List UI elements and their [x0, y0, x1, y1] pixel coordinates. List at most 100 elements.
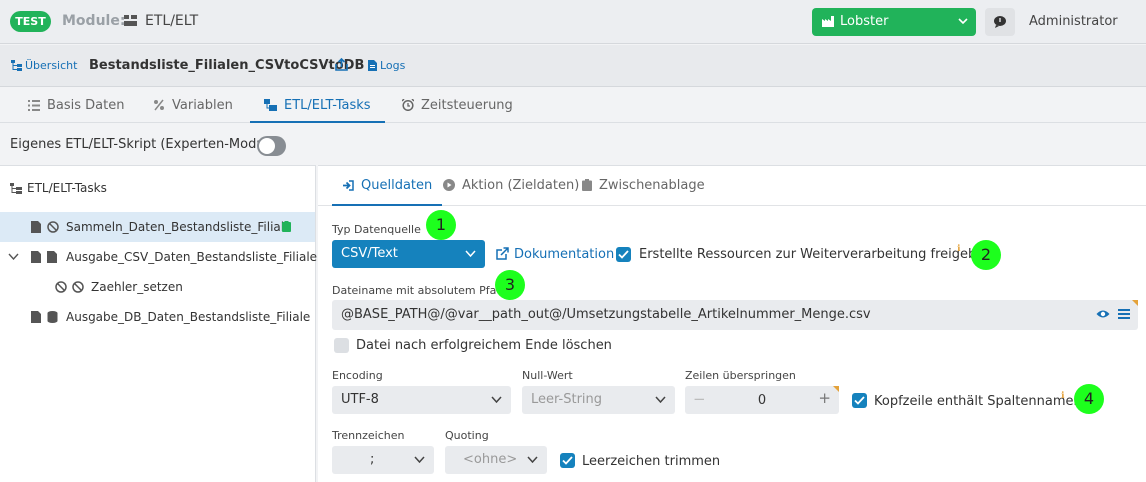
tree-item[interactable]: Sammeln_Daten_Bestandsliste_Filiale	[0, 212, 315, 242]
info-icon[interactable]: ℹ	[957, 244, 960, 254]
documentation-link[interactable]: Dokumentation	[496, 247, 614, 262]
eye-icon[interactable]	[1096, 309, 1110, 319]
expert-mode-toggle[interactable]	[257, 136, 286, 156]
filename-value: @BASE_PATH@/@var__path_out@/Umsetzungsta…	[341, 307, 871, 322]
breadcrumb: Übersicht Bestandsliste_Filialen_CSVtoCS…	[0, 45, 1146, 87]
tab-zeitsteuerung[interactable]: Zeitsteuerung	[401, 88, 513, 123]
quoting-select[interactable]: <ohne>	[445, 446, 547, 474]
disabled-icon	[55, 281, 67, 293]
skip-rows-stepper[interactable]: − 0 +	[685, 386, 839, 414]
sub-tabs: Quelldaten Aktion (Zieldaten) Zwischenab…	[318, 166, 1146, 206]
encoding-label: Encoding	[332, 369, 383, 382]
toggle-knob	[259, 138, 275, 154]
source-type-label: Typ Datenquelle	[332, 223, 421, 236]
info-icon[interactable]: ℹ	[1061, 391, 1064, 401]
quoting-label: Quoting	[445, 429, 489, 442]
clipboard-icon	[582, 179, 592, 191]
documentation-link-label: Dokumentation	[514, 247, 615, 262]
source-type-select[interactable]: CSV/Text	[332, 240, 485, 268]
tab-label: Aktion (Zieldaten)	[462, 178, 580, 193]
separator-label: Trennzeichen	[332, 429, 405, 442]
tree-item[interactable]: Zaehler_setzen	[0, 272, 315, 302]
trim-label: Leerzeichen trimmen	[582, 454, 721, 469]
menu-icon[interactable]	[1118, 309, 1130, 319]
chevron-down-icon	[527, 456, 538, 463]
tree-item[interactable]: Ausgabe_DB_Daten_Bestandsliste_Filiale	[0, 302, 315, 332]
export-icon[interactable]	[334, 57, 349, 72]
separator-select[interactable]: ;	[332, 446, 434, 474]
encoding-value: UTF-8	[341, 392, 379, 407]
chevron-down-icon	[465, 250, 476, 257]
tab-label: ETL/ELT-Tasks	[284, 98, 371, 113]
main-tabs: Basis Daten Variablen ETL/ELT-Tasks Zeit…	[0, 88, 1146, 123]
required-corner-mark	[833, 386, 839, 392]
tree-header: ETL/ELT-Tasks	[10, 181, 107, 195]
trim-checkbox[interactable]	[560, 453, 575, 468]
tab-label: Variablen	[172, 98, 233, 113]
filename-input[interactable]: @BASE_PATH@/@var__path_out@/Umsetzungsta…	[332, 300, 1138, 330]
chevron-down-icon	[655, 396, 666, 403]
checkmark-icon	[854, 396, 865, 405]
alarm-clock-icon	[401, 98, 415, 112]
null-value-select[interactable]: Leer-String	[522, 386, 675, 414]
callout-3: 3	[495, 270, 525, 300]
overview-link-label: Übersicht	[25, 59, 78, 72]
chat-icon	[994, 16, 1006, 28]
overview-link[interactable]: Übersicht	[11, 59, 77, 72]
module-icon	[124, 15, 137, 26]
share-resources-label: Erstellte Ressourcen zur Weiterverarbeit…	[639, 247, 993, 262]
tab-basis-daten[interactable]: Basis Daten	[28, 88, 125, 123]
task-tree: ETL/ELT-Tasks Sammeln_Daten_Bestandslist…	[0, 165, 318, 482]
tasks-icon	[264, 99, 277, 111]
tab-label: Zwischenablage	[599, 178, 705, 193]
callout-4: 4	[1074, 384, 1104, 414]
logs-link[interactable]: Logs	[368, 59, 405, 72]
share-resources-checkbox[interactable]	[616, 247, 631, 262]
encoding-select[interactable]: UTF-8	[332, 386, 511, 414]
top-bar: TEST Module: ETL/ELT Lobster Administrat…	[0, 0, 1146, 44]
play-circle-icon	[443, 179, 455, 191]
separator-value: ;	[370, 452, 375, 467]
sign-in-icon	[343, 180, 354, 191]
required-corner-mark	[1132, 300, 1138, 306]
chevron-down-icon	[491, 396, 502, 403]
sitemap-icon	[10, 183, 22, 194]
header-row-checkbox[interactable]	[852, 393, 867, 408]
tab-label: Basis Daten	[47, 98, 125, 113]
skip-rows-label: Zeilen überspringen	[685, 369, 796, 382]
tenant-name: Lobster	[840, 14, 889, 29]
null-value-value: Leer-String	[531, 392, 603, 407]
tenant-select[interactable]: Lobster	[812, 8, 976, 36]
chat-button[interactable]	[985, 8, 1015, 36]
user-menu[interactable]: Administrator	[1029, 14, 1118, 29]
disabled-icon	[72, 281, 84, 293]
tab-variablen[interactable]: Variablen	[153, 88, 233, 123]
filename-label: Dateiname mit absolutem Pfad	[332, 284, 504, 297]
chevron-down-icon[interactable]	[8, 253, 19, 260]
tree-item-label: Ausgabe_CSV_Daten_Bestandsliste_Filiale	[66, 250, 318, 264]
tab-aktion[interactable]: Aktion (Zieldaten)	[443, 166, 579, 206]
increment-button[interactable]: +	[818, 389, 831, 407]
file-icon	[368, 60, 377, 71]
tree-header-label: ETL/ELT-Tasks	[27, 181, 107, 195]
tree-item-label: Zaehler_setzen	[91, 280, 183, 294]
tab-label: Zeitsteuerung	[421, 98, 513, 113]
file-icon	[31, 311, 41, 323]
page-title: Bestandsliste_Filialen_CSVtoCSVtoDB	[89, 58, 365, 73]
tree-item[interactable]: Ausgabe_CSV_Daten_Bestandsliste_Filiale	[0, 242, 318, 272]
list-icon	[28, 100, 40, 111]
expert-mode-label: Eigenes ETL/ELT-Skript (Experten-Modus)	[10, 137, 277, 152]
database-icon	[47, 311, 58, 323]
null-value-label: Null-Wert	[522, 369, 573, 382]
disabled-icon	[47, 221, 59, 233]
tab-quelldaten[interactable]: Quelldaten	[332, 166, 443, 206]
tree-item-label: Sammeln_Daten_Bestandsliste_Filiale	[66, 220, 292, 234]
environment-badge: TEST	[10, 11, 51, 32]
delete-after-checkbox[interactable]	[334, 338, 349, 353]
delete-after-label: Datei nach erfolgreichem Ende löschen	[356, 338, 612, 353]
tab-zwischenablage[interactable]: Zwischenablage	[582, 166, 705, 206]
callout-2: 2	[971, 240, 1001, 270]
tab-etl-tasks[interactable]: ETL/ELT-Tasks	[250, 88, 385, 123]
logs-link-label: Logs	[380, 59, 406, 72]
chevron-down-icon	[414, 456, 425, 463]
